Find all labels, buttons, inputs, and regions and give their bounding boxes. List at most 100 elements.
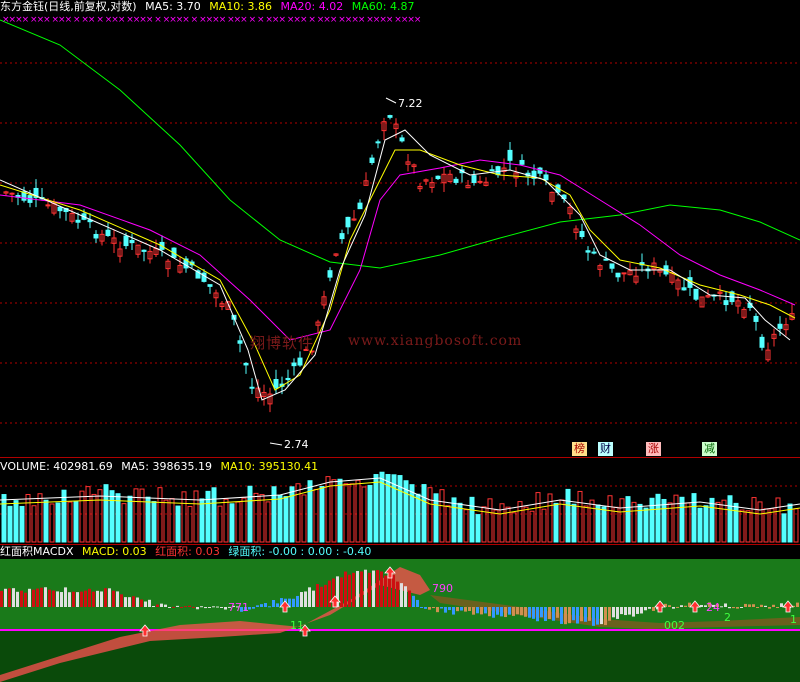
macd-bar (192, 606, 195, 608)
volume-bar (67, 501, 73, 543)
macd-bar (220, 607, 223, 608)
volume-bar (487, 498, 493, 543)
price-chart[interactable] (0, 0, 800, 455)
volume-header: VOLUME: 402981.69 MA5: 398635.19 MA10: 3… (0, 460, 323, 473)
candle-body (585, 250, 591, 253)
macd-bar (276, 603, 279, 607)
macd-bar (312, 590, 315, 607)
macd-bar (528, 607, 531, 618)
macd-pane[interactable]: 红面积MACDX MACD: 0.03 红面积: 0.03 绿面积: -0.00… (0, 545, 800, 682)
volume-bar (97, 489, 103, 543)
macd-bar (628, 607, 631, 615)
macd-bar (196, 607, 199, 610)
macd-bar (424, 607, 427, 609)
candle-body (57, 206, 63, 212)
volume-bar (511, 512, 517, 543)
macd-bar (316, 584, 319, 607)
macd-bar (684, 605, 687, 607)
macd-bar (264, 603, 267, 607)
macd-bar (180, 607, 183, 608)
macd-bar (308, 587, 311, 607)
candle-body (9, 192, 15, 195)
macd-bar (360, 571, 363, 607)
macd-bar (212, 606, 215, 608)
volume-bar (19, 505, 25, 543)
macd-readout: MACD: 0.03 (82, 545, 147, 558)
candle-body (453, 178, 459, 183)
candle-body (369, 157, 375, 164)
volume-bar (211, 487, 217, 543)
macd-bar (648, 607, 651, 609)
macd-bar (348, 574, 351, 607)
macd-bar (436, 607, 439, 613)
volume-bar (265, 501, 271, 543)
macd-bar (416, 599, 419, 607)
volume-bar (139, 488, 145, 543)
badge-finance[interactable]: 财 (598, 442, 613, 456)
macd-bar (164, 604, 167, 607)
price-chart-pane[interactable]: 东方金钰(日线,前复权,对数) MA5: 3.70 MA10: 3.86 MA2… (0, 0, 800, 456)
macd-bar (324, 584, 327, 607)
volume-bar (43, 499, 49, 543)
macd-bar (340, 577, 343, 607)
macd-bar (592, 607, 595, 626)
volume-bar (415, 493, 421, 543)
macd-bar (44, 587, 47, 607)
macd-bar (476, 607, 479, 614)
macd-bar (596, 607, 599, 625)
volume-bar (649, 497, 655, 543)
candle-body (759, 336, 765, 348)
volume-bar (91, 493, 97, 543)
volume-bar (223, 498, 229, 543)
macd-bar (652, 607, 655, 611)
volume-bar (439, 489, 445, 543)
macd-bar (112, 590, 115, 607)
volume-bar (73, 500, 79, 543)
badge-reduce[interactable]: 减 (702, 442, 717, 456)
macd-bar (352, 572, 355, 607)
macd-bar (760, 604, 763, 607)
volume-bar (607, 495, 613, 543)
volume-pane[interactable]: VOLUME: 402981.69 MA5: 398635.19 MA10: 3… (0, 458, 800, 544)
badge-rise[interactable]: 涨 (646, 442, 661, 456)
green-area-readout: 绿面积: -0.00 : 0.00 : -0.40 (228, 545, 372, 558)
macd-bar (720, 606, 723, 608)
macd-label-1: 1 (790, 613, 797, 626)
macd-bar (156, 604, 159, 607)
macd-bar (380, 571, 383, 607)
macd-bar (16, 591, 19, 607)
volume-bar (451, 497, 457, 543)
macd-bar (52, 590, 55, 607)
candle-body (579, 231, 585, 238)
volume-bar (745, 510, 751, 543)
volume-bar (739, 509, 745, 543)
volume-bar (127, 495, 133, 543)
macd-label-2: 2 (724, 611, 731, 624)
macd-bar (676, 606, 679, 608)
volume-bar (421, 484, 427, 543)
volume-bar (565, 488, 571, 543)
macd-bar (204, 607, 207, 609)
macd-bar (744, 603, 747, 607)
badge-list[interactable]: 榜 (572, 442, 587, 456)
macd-bar (72, 591, 75, 607)
macd-bar (392, 575, 395, 607)
macd-bar (132, 596, 135, 607)
macd-bar (140, 599, 143, 607)
high-pointer (385, 97, 397, 104)
volume-bar (367, 484, 373, 543)
volume-bar (7, 505, 13, 543)
macd-bar (136, 597, 139, 607)
macd-chart[interactable] (0, 545, 800, 682)
macd-bar (368, 572, 371, 607)
candle-body (207, 284, 213, 287)
candle-body (327, 270, 333, 278)
volume-bar (703, 505, 709, 543)
macd-bar (796, 602, 799, 607)
volume-bar (121, 503, 127, 543)
macd-bar (620, 607, 623, 615)
candle-body (249, 386, 255, 389)
volume-bar (337, 478, 343, 543)
volume-bar (523, 506, 529, 543)
candle-body (339, 233, 345, 240)
